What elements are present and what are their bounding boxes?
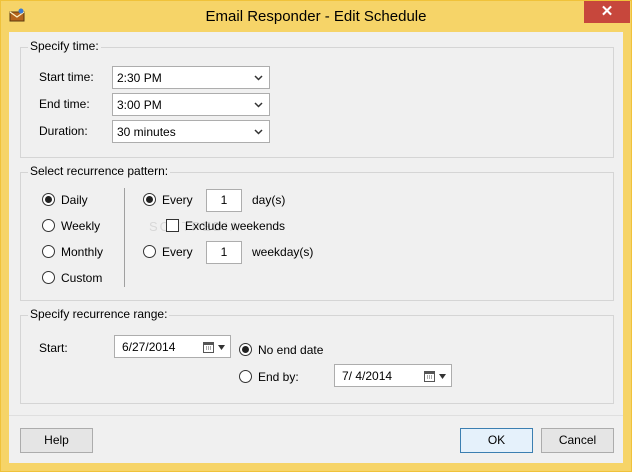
end-by-value: 7/ 4/2014 [342, 369, 393, 383]
end-by-label[interactable]: End by: [258, 370, 299, 384]
close-button[interactable]: ✕ [584, 1, 630, 23]
close-icon: ✕ [600, 3, 614, 20]
weekly-label[interactable]: Weekly [61, 219, 100, 233]
range-start-label: Start: [39, 341, 68, 355]
window-title: Email Responder - Edit Schedule [205, 8, 427, 25]
dropdown-arrow-icon [439, 374, 446, 379]
every-weekday-radio[interactable] [143, 245, 156, 258]
custom-label[interactable]: Custom [61, 271, 102, 285]
duration-label: Duration: [39, 124, 88, 138]
range-start-date[interactable]: 6/27/2014 [114, 335, 231, 358]
start-time-select[interactable]: 2:30 PM [112, 66, 270, 89]
start-time-label: Start time: [39, 70, 94, 84]
monthly-label[interactable]: Monthly [61, 245, 103, 259]
chevron-down-icon [254, 129, 263, 135]
every-days-radio[interactable] [143, 193, 156, 206]
start-time-value: 2:30 PM [117, 71, 162, 85]
every-days-input[interactable]: 1 [206, 189, 242, 212]
no-end-date-radio[interactable] [239, 343, 252, 356]
every-weekday-unit: weekday(s) [252, 245, 314, 259]
recurrence-group [20, 172, 614, 301]
daily-radio[interactable] [42, 193, 55, 206]
dropdown-arrow-icon [218, 345, 225, 350]
button-bar-divider [9, 415, 623, 416]
cancel-button[interactable]: Cancel [541, 428, 614, 453]
recurrence-divider [124, 188, 125, 287]
end-time-value: 3:00 PM [117, 98, 162, 112]
end-time-select[interactable]: 3:00 PM [112, 93, 270, 116]
duration-select[interactable]: 30 minutes [112, 120, 270, 143]
custom-radio[interactable] [42, 271, 55, 284]
exclude-weekends-checkbox[interactable] [166, 219, 179, 232]
chevron-down-icon [254, 75, 263, 81]
dialog-window: Email Responder - Edit Schedule ✕ Specif… [0, 0, 632, 472]
every-days-label[interactable]: Every [162, 193, 193, 207]
every-weekday-input[interactable]: 1 [206, 241, 242, 264]
every-days-unit: day(s) [252, 193, 286, 207]
range-group [20, 315, 614, 404]
chevron-down-icon [254, 102, 263, 108]
end-by-date[interactable]: 7/ 4/2014 [334, 364, 452, 387]
recurrence-title: Select recurrence pattern: [28, 164, 171, 178]
end-time-label: End time: [39, 97, 90, 111]
monthly-radio[interactable] [42, 245, 55, 258]
every-weekday-label[interactable]: Every [162, 245, 193, 259]
no-end-date-label[interactable]: No end date [258, 343, 323, 357]
title-bar[interactable]: Email Responder - Edit Schedule ✕ [1, 1, 631, 32]
range-start-value: 6/27/2014 [122, 340, 176, 354]
weekly-radio[interactable] [42, 219, 55, 232]
daily-label[interactable]: Daily [61, 193, 88, 207]
exclude-weekends-label[interactable]: Exclude weekends [185, 219, 285, 233]
end-by-radio[interactable] [239, 370, 252, 383]
range-title: Specify recurrence range: [28, 307, 170, 321]
ok-button[interactable]: OK [460, 428, 533, 453]
specify-time-title: Specify time: [28, 39, 101, 53]
calendar-icon [203, 342, 214, 353]
specify-time-group [20, 47, 614, 158]
calendar-icon [424, 371, 435, 382]
dialog-client: Specify time: Start time: 2:30 PM End ti… [9, 32, 623, 463]
duration-value: 30 minutes [117, 125, 176, 139]
help-button[interactable]: Help [20, 428, 93, 453]
